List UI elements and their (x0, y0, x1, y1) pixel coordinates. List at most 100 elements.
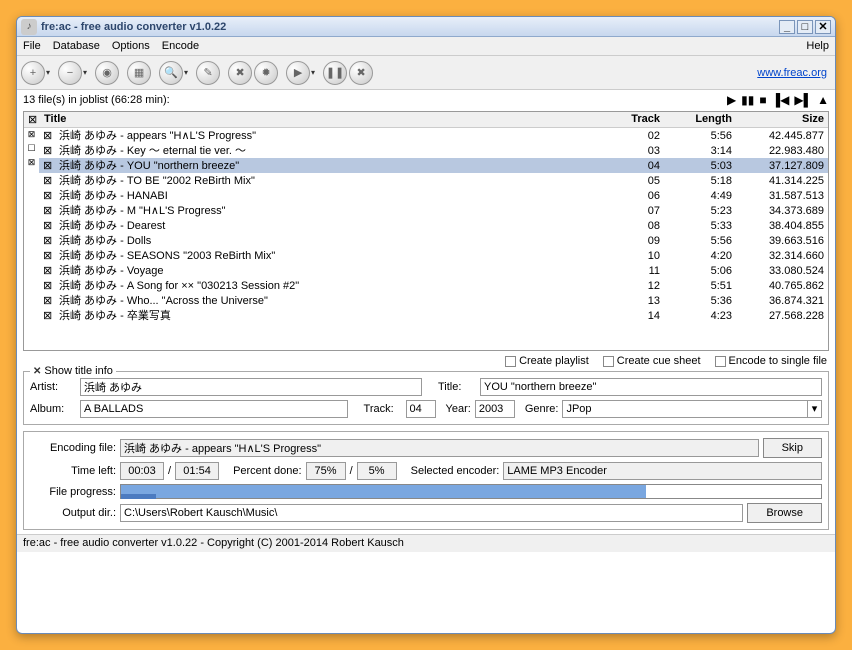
row-check-icon[interactable]: ⊠ (39, 128, 55, 143)
pause-icon[interactable]: ▮▮ (741, 93, 754, 107)
check-item[interactable]: ⊠ (28, 129, 36, 140)
table-row[interactable]: ⊠浜崎 あゆみ - YOU "northern breeze"045:0337.… (39, 158, 828, 173)
table-row[interactable]: ⊠浜崎 あゆみ - SEASONS "2003 ReBirth Mix"104:… (39, 248, 828, 263)
menu-encode[interactable]: Encode (162, 40, 199, 52)
dropdown-icon[interactable]: ▾ (311, 68, 315, 77)
cell-length: 5:23 (664, 203, 736, 218)
table-row[interactable]: ⊠浜崎 あゆみ - Dearest085:3338.404.855 (39, 218, 828, 233)
next-icon[interactable]: ▶▌ (794, 93, 812, 107)
dropdown-icon[interactable]: ▾ (184, 68, 188, 77)
row-check-icon[interactable]: ⊠ (39, 143, 55, 158)
row-check-icon[interactable]: ⊠ (39, 173, 55, 188)
menu-help[interactable]: Help (806, 40, 829, 52)
close-button[interactable]: ✕ (815, 20, 831, 34)
tag-icon[interactable]: ✎ (196, 61, 220, 85)
title-info-panel: ✕Show title info Artist: Title: Album: T… (23, 371, 829, 425)
table-row[interactable]: ⊠浜崎 あゆみ - M "H∧L'S Progress"075:2334.373… (39, 203, 828, 218)
search-icon[interactable]: 🔍 (159, 61, 183, 85)
settings-icon[interactable]: ✖ (228, 61, 252, 85)
col-length[interactable]: Length (664, 112, 736, 127)
track-list: ⊠ Title Track Length Size ⊠ ☐ ⊠ ⊠浜崎 あゆみ … (23, 111, 829, 351)
table-row[interactable]: ⊠浜崎 あゆみ - appears "H∧L'S Progress"025:56… (39, 128, 828, 143)
prev-icon[interactable]: ▐◀ (772, 93, 790, 107)
minimize-button[interactable]: _ (779, 20, 795, 34)
maximize-button[interactable]: □ (797, 20, 813, 34)
table-row[interactable]: ⊠浜崎 あゆみ - A Song for ×× "030213 Session … (39, 278, 828, 293)
cell-title: 浜崎 あゆみ - appears "H∧L'S Progress" (55, 128, 604, 143)
artist-label: Artist: (30, 381, 76, 393)
cell-length: 5:56 (664, 128, 736, 143)
cell-title: 浜崎 あゆみ - Voyage (55, 263, 604, 278)
row-check-icon[interactable]: ⊠ (39, 158, 55, 173)
output-options: Create playlist Create cue sheet Encode … (17, 351, 835, 369)
row-check-icon[interactable]: ⊠ (39, 263, 55, 278)
row-check-icon[interactable]: ⊠ (39, 278, 55, 293)
check-item[interactable]: ☐ (27, 143, 35, 154)
row-check-icon[interactable]: ⊠ (39, 293, 55, 308)
album-input[interactable] (80, 400, 348, 418)
menu-file[interactable]: File (23, 40, 41, 52)
selected-encoder (503, 462, 822, 480)
checkbox-singlefile[interactable]: Encode to single file (715, 355, 827, 367)
encode-panel: Encoding file: Skip Time left: / Percent… (23, 431, 829, 530)
check-all[interactable]: ⊠ (24, 112, 40, 127)
file-progress-label: File progress: (30, 486, 116, 498)
toolbar: +▾ −▾ ◉ ▦ 🔍▾ ✎ ✖ ✹ ▶▾ ❚❚ ✖ www.freac.org (17, 56, 835, 90)
homepage-link[interactable]: www.freac.org (757, 67, 827, 79)
close-icon[interactable]: ✕ (33, 366, 41, 377)
checkbox-cuesheet[interactable]: Create cue sheet (603, 355, 701, 367)
browse-button[interactable]: Browse (747, 503, 822, 523)
app-icon: ♪ (21, 19, 37, 35)
statusbar: fre:ac - free audio converter v1.0.22 - … (17, 534, 835, 552)
menu-options[interactable]: Options (112, 40, 150, 52)
chevron-down-icon[interactable]: ▾ (808, 400, 822, 418)
row-check-icon[interactable]: ⊠ (39, 308, 55, 323)
year-input[interactable] (475, 400, 515, 418)
dropdown-icon[interactable]: ▾ (46, 68, 50, 77)
table-row[interactable]: ⊠浜崎 あゆみ - Who... "Across the Universe"13… (39, 293, 828, 308)
track-input[interactable] (406, 400, 436, 418)
col-title[interactable]: Title (40, 112, 604, 127)
artist-input[interactable] (80, 378, 422, 396)
add-file-icon[interactable]: + (21, 61, 45, 85)
table-row[interactable]: ⊠浜崎 あゆみ - Dolls095:5639.663.516 (39, 233, 828, 248)
eject-icon[interactable]: ▲ (817, 93, 829, 107)
table-row[interactable]: ⊠浜崎 あゆみ - Key ～ eternal tie ver. ～033:14… (39, 143, 828, 158)
titlebar: ♪ fre:ac - free audio converter v1.0.22 … (17, 17, 835, 37)
table-row[interactable]: ⊠浜崎 あゆみ - Voyage115:0633.080.524 (39, 263, 828, 278)
play-encode-icon[interactable]: ▶ (286, 61, 310, 85)
row-check-icon[interactable]: ⊠ (39, 218, 55, 233)
check-item[interactable]: ⊠ (28, 157, 36, 168)
row-check-icon[interactable]: ⊠ (39, 188, 55, 203)
skip-button[interactable]: Skip (763, 438, 822, 458)
table-row[interactable]: ⊠浜崎 あゆみ - TO BE "2002 ReBirth Mix"055:18… (39, 173, 828, 188)
cell-track: 05 (604, 173, 664, 188)
cell-title: 浜崎 あゆみ - A Song for ×× "030213 Session #… (55, 278, 604, 293)
cell-title: 浜崎 あゆみ - Dolls (55, 233, 604, 248)
genre-input[interactable] (562, 400, 808, 418)
row-check-icon[interactable]: ⊠ (39, 203, 55, 218)
dropdown-icon[interactable]: ▾ (83, 68, 87, 77)
stop-icon[interactable]: ■ (759, 93, 766, 107)
table-row[interactable]: ⊠浜崎 あゆみ - 卒業写真144:2327.568.228 (39, 308, 828, 323)
check-column[interactable]: ⊠ ☐ ⊠ (24, 128, 39, 323)
play-icon[interactable]: ▶ (727, 93, 736, 107)
row-check-icon[interactable]: ⊠ (39, 233, 55, 248)
col-track[interactable]: Track (604, 112, 664, 127)
table-row[interactable]: ⊠浜崎 あゆみ - HANABI064:4931.587.513 (39, 188, 828, 203)
remove-file-icon[interactable]: − (58, 61, 82, 85)
db-icon[interactable]: ▦ (127, 61, 151, 85)
title-input[interactable] (480, 378, 822, 396)
checkbox-playlist[interactable]: Create playlist (505, 355, 589, 367)
encoding-file-field (120, 439, 759, 457)
cd-icon[interactable]: ◉ (95, 61, 119, 85)
cell-length: 4:49 (664, 188, 736, 203)
cell-size: 33.080.524 (736, 263, 828, 278)
output-dir-input[interactable] (120, 504, 743, 522)
row-check-icon[interactable]: ⊠ (39, 248, 55, 263)
pause-icon[interactable]: ❚❚ (323, 61, 347, 85)
gear-icon[interactable]: ✹ (254, 61, 278, 85)
col-size[interactable]: Size (736, 112, 828, 127)
stop-icon[interactable]: ✖ (349, 61, 373, 85)
menu-database[interactable]: Database (53, 40, 100, 52)
